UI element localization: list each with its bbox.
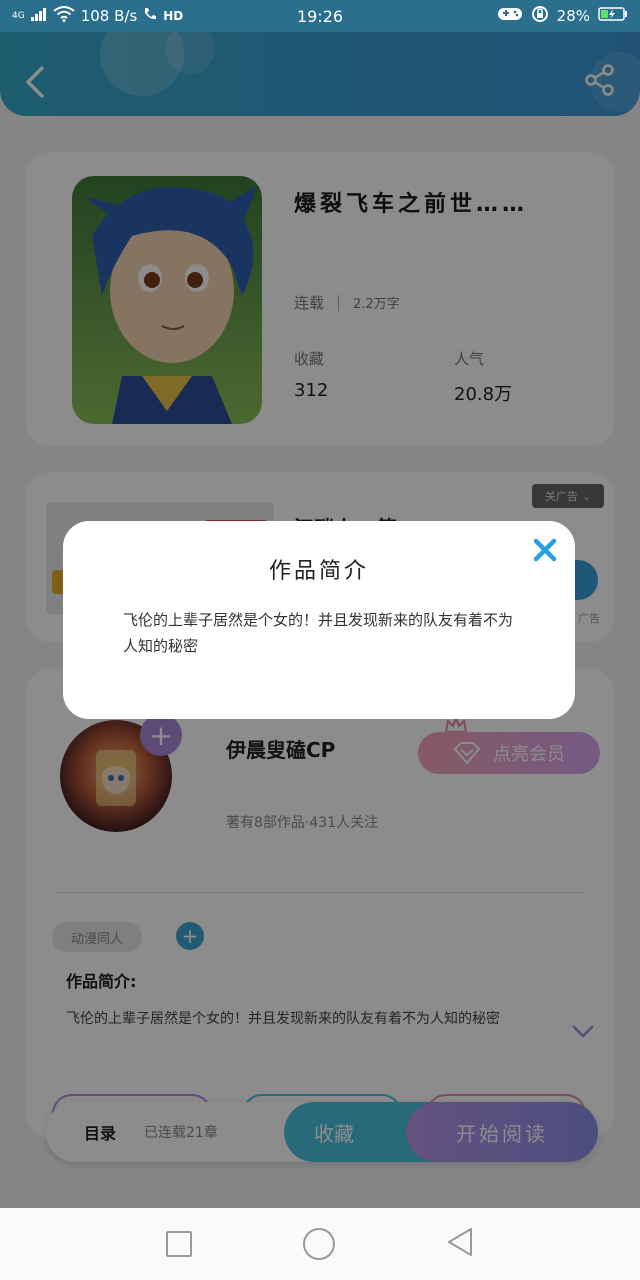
clock: 19:26 (296, 6, 344, 26)
dialog-body: 飞伦的上辈子居然是个女的！并且发现新来的队友有着不为人知的秘密 (123, 611, 514, 655)
close-dialog-button[interactable] (515, 521, 575, 579)
triangle-back-icon (448, 1228, 473, 1256)
recents-button[interactable] (165, 1231, 192, 1257)
system-nav-bar (0, 1208, 640, 1280)
status-bar: 4G 108 B/s HD 19:26 28% (0, 0, 640, 32)
back-nav-button[interactable] (446, 1227, 474, 1261)
dialog-title: 作品简介 (268, 559, 369, 584)
close-icon (533, 538, 557, 562)
intro-dialog: 作品简介 飞伦的上辈子居然是个女的！并且发现新来的队友有着不为人知的秘密 (63, 521, 575, 719)
home-button[interactable] (302, 1228, 335, 1260)
